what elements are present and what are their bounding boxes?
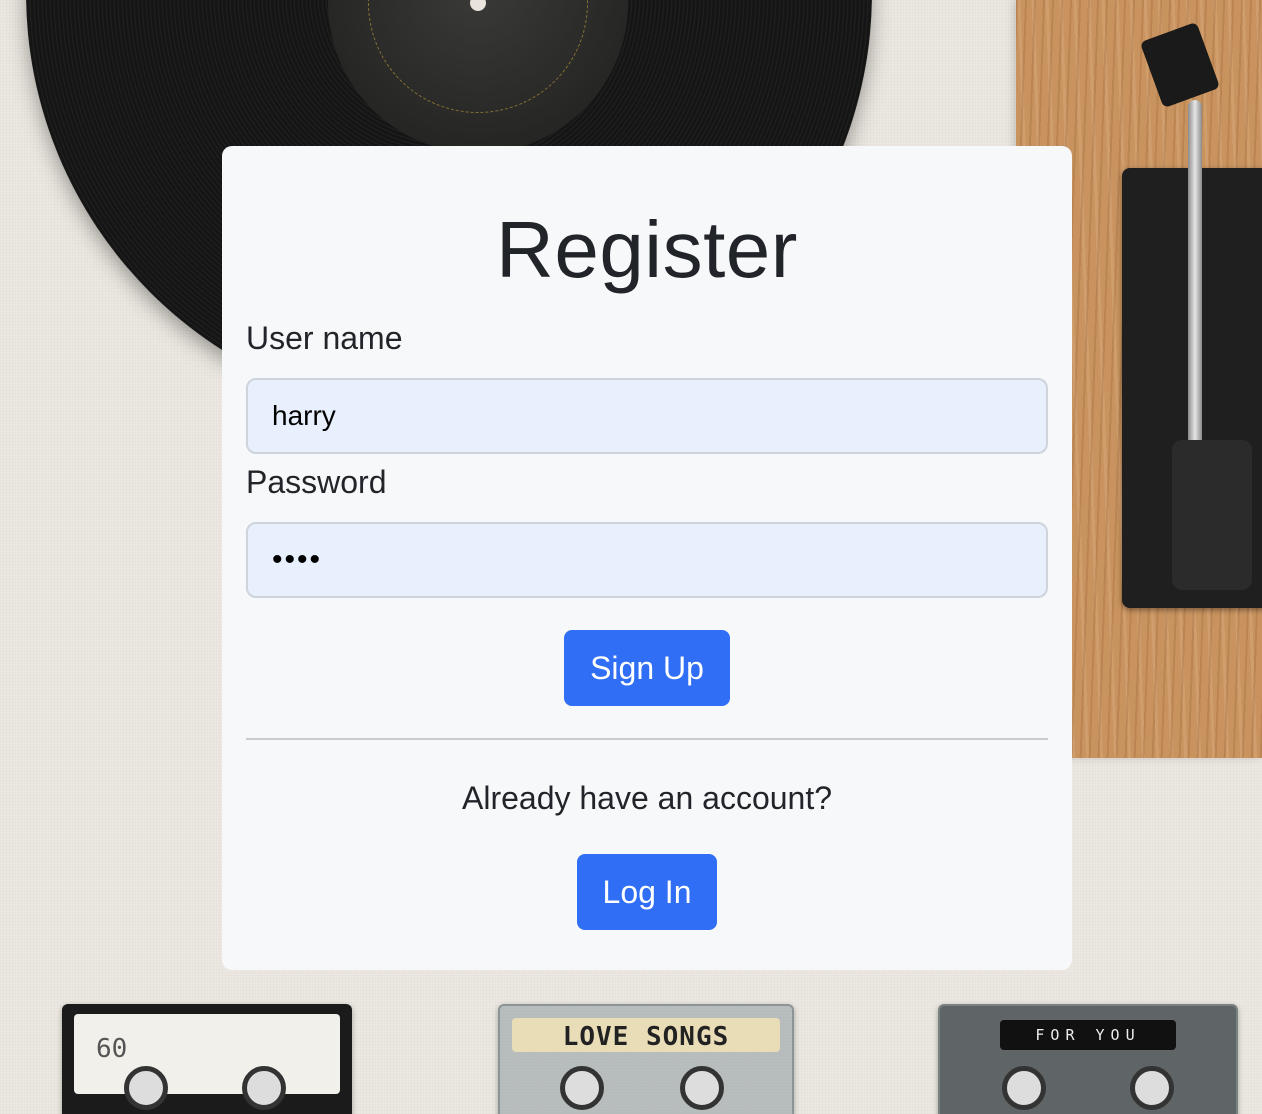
- sign-up-button[interactable]: Sign Up: [564, 630, 730, 706]
- cassette-image: 60: [62, 1004, 352, 1114]
- page-title: Register: [496, 205, 798, 294]
- password-input[interactable]: [246, 522, 1048, 598]
- password-label: Password: [246, 464, 387, 500]
- divider: [246, 738, 1048, 740]
- cassette-label: LOVE SONGS: [562, 1022, 730, 1052]
- background-photo: 60 LOVE SONGS FOR YOU Register User name…: [0, 0, 1262, 1114]
- cassette-image: FOR YOU: [938, 1004, 1238, 1114]
- username-input[interactable]: [246, 378, 1048, 454]
- tonearm-head-image: [1172, 440, 1252, 590]
- cassette-label: FOR YOU: [1035, 1026, 1141, 1044]
- register-card: Register User name Password Sign Up Alre…: [222, 146, 1072, 970]
- log-in-button[interactable]: Log In: [576, 854, 718, 930]
- cassette-image: LOVE SONGS: [498, 1004, 794, 1114]
- cassette-label: 60: [96, 1034, 128, 1064]
- vinyl-label-image: [328, 0, 628, 153]
- account-prompt: Already have an account?: [461, 780, 833, 816]
- username-label: User name: [246, 320, 403, 356]
- tonearm-image: [1188, 100, 1202, 460]
